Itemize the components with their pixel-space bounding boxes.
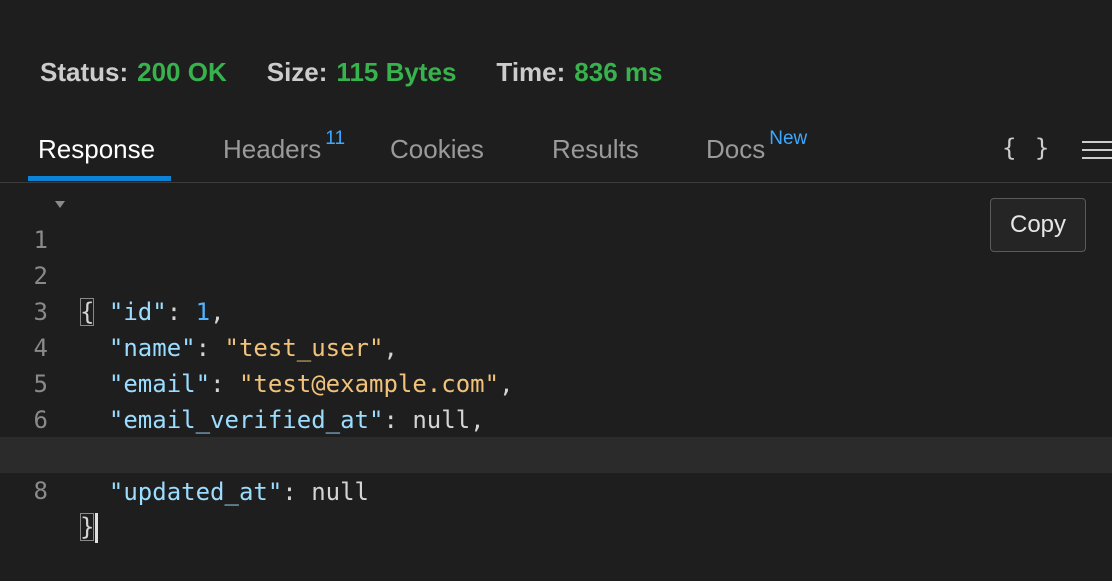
status-value: 200 OK <box>137 56 227 87</box>
json-key: "updated_at" <box>108 478 283 506</box>
code-line-current: 8 } <box>0 437 1112 543</box>
code-line: 4 "email": "test@example.com", <box>0 294 1112 398</box>
tab-cookies[interactable]: Cookies <box>390 134 484 165</box>
tab-response[interactable]: Response <box>38 134 155 165</box>
status-stat: Status: 200 OK <box>40 57 227 88</box>
time-stat: Time: 836 ms <box>496 57 662 88</box>
json-separator: : <box>282 478 312 506</box>
format-json-icon[interactable]: { } <box>1002 134 1051 162</box>
response-body-editor[interactable]: 1 { 2 "id": 1, 3 "name": "test_user", 4 … <box>0 184 1112 543</box>
line-number: 8 <box>33 477 48 505</box>
tab-results-label: Results <box>552 134 639 164</box>
code-line: 3 "name": "test_user", <box>0 258 1112 362</box>
size-label: Size: <box>266 56 328 87</box>
tab-results[interactable]: Results <box>552 134 639 165</box>
fold-arrow-icon[interactable] <box>55 201 65 208</box>
response-tabs: Response Headers 11 Cookies Results Docs N… <box>0 118 1112 183</box>
text-cursor <box>95 513 99 543</box>
active-tab-indicator <box>28 176 171 181</box>
status-label: Status: <box>40 56 129 87</box>
size-value: 115 Bytes <box>336 56 457 87</box>
tab-headers[interactable]: Headers 11 <box>223 128 345 165</box>
response-status-bar: Status: 200 OK Size: 115 Bytes Time: 836… <box>40 56 702 88</box>
close-brace: } <box>80 513 95 541</box>
code-line: 1 { <box>0 186 1112 326</box>
headers-count-badge: 11 <box>325 128 346 149</box>
docs-new-badge: New <box>769 128 808 149</box>
json-value: null <box>311 478 369 506</box>
tab-docs-label: Docs <box>706 134 766 164</box>
code-line: 2 "id": 1, <box>0 222 1112 326</box>
code-line: 7 "updated_at": null <box>0 402 1112 506</box>
copy-button[interactable]: Copy <box>990 198 1086 252</box>
menu-lines-icon[interactable] <box>1082 141 1112 163</box>
time-value: 836 ms <box>574 56 663 87</box>
size-stat: Size: 115 Bytes <box>267 57 457 88</box>
tab-docs[interactable]: Docs New <box>706 128 807 165</box>
tab-response-label: Response <box>38 134 156 164</box>
time-label: Time: <box>496 56 566 87</box>
code-line: 5 "email_verified_at": null, <box>0 330 1112 434</box>
code-line: 6 "created_at": null, <box>0 366 1112 470</box>
tab-cookies-label: Cookies <box>390 134 484 164</box>
tab-headers-label: Headers <box>223 134 322 164</box>
